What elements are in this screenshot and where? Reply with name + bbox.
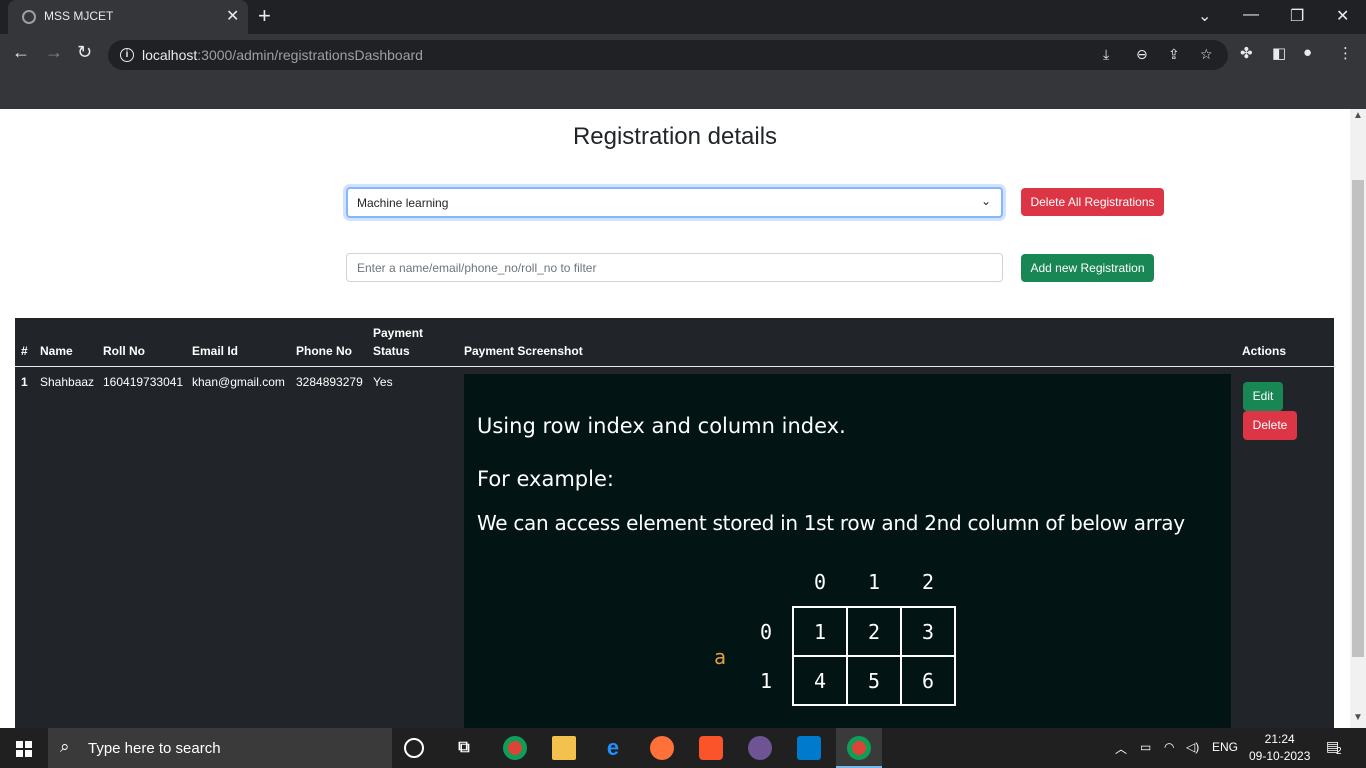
row-payment-status: Yes [373, 375, 393, 389]
header-email: Email Id [192, 344, 239, 358]
header-index: # [21, 344, 28, 358]
grid-cell: 5 [846, 655, 902, 706]
extensions-icon[interactable]: ✤ [1240, 44, 1253, 62]
registrations-table: # Name Roll No Email Id Phone No Payment… [15, 318, 1334, 728]
search-placeholder: Type here to search [88, 740, 221, 757]
tab-title: MSS MJCET [44, 9, 114, 23]
delete-all-registrations-button[interactable]: Delete All Registrations [1021, 188, 1164, 216]
browser-tabbar: MSS MJCET ✕ + ⌄ — ❐ ✕ [0, 0, 1366, 34]
vscode-icon[interactable] [797, 736, 821, 760]
chrome-icon[interactable] [503, 736, 527, 760]
grid-cell: 4 [792, 655, 848, 706]
task-view-icon[interactable]: ⧉ [452, 736, 476, 760]
screenshot-line2: For example: [477, 467, 614, 491]
header-actions: Actions [1242, 344, 1287, 358]
battery-icon[interactable]: ▭ [1140, 740, 1151, 754]
screenshot-line3: We can access element stored in 1st row … [477, 511, 1185, 535]
forward-icon[interactable]: → [45, 42, 63, 63]
col-index-1: 1 [868, 570, 881, 594]
delete-button[interactable]: Delete [1243, 411, 1297, 440]
workshop-select[interactable]: Machine learning ⌄ [346, 187, 1003, 218]
row-name: Shahbaaz [40, 375, 95, 389]
side-panel-icon[interactable]: ◧ [1272, 44, 1286, 62]
search-icon: ⌕ [60, 737, 70, 756]
system-clock[interactable]: 21:24 09-10-2023 [1249, 731, 1310, 765]
chevron-down-icon: ⌄ [980, 194, 991, 208]
page-title: Registration details [572, 123, 778, 150]
active-app-slot[interactable] [836, 728, 882, 768]
globe-icon [22, 10, 36, 24]
screenshot-line1: Using row index and column index. [477, 414, 846, 438]
array-grid: 1 2 3 4 5 6 [792, 606, 956, 706]
edit-button[interactable]: Edit [1243, 382, 1283, 411]
grid-cell: 2 [846, 606, 902, 657]
col-index-2: 2 [922, 570, 935, 594]
windows-taskbar: ⌕ Type here to search ⧉ e ︿ ▭ ◠ ◁) ENG 2… [0, 728, 1366, 768]
row-index-1: 1 [760, 669, 773, 693]
row-index-0: 0 [760, 620, 773, 644]
taskbar-search[interactable]: ⌕ Type here to search [48, 728, 392, 768]
clock-date: 09-10-2023 [1249, 749, 1311, 763]
brave-icon[interactable] [699, 736, 723, 760]
cortana-icon[interactable] [404, 738, 424, 758]
header-divider [15, 366, 1334, 367]
add-new-registration-button[interactable]: Add new Registration [1021, 254, 1154, 282]
header-roll-no: Roll No [103, 344, 145, 358]
github-desktop-icon[interactable] [748, 736, 772, 760]
restore-icon[interactable]: ❐ [1290, 6, 1304, 26]
volume-icon[interactable]: ◁) [1186, 740, 1199, 754]
tray-chevron-icon[interactable]: ︿ [1115, 740, 1127, 757]
back-icon[interactable]: ← [12, 42, 30, 63]
browser-toolbar: ← → ↻ i localhost:3000/admin/registratio… [0, 34, 1366, 76]
navbar-strip [0, 76, 1366, 109]
header-payment-status-line2: Status [373, 344, 410, 358]
reload-icon[interactable]: ↻ [77, 42, 92, 63]
header-phone: Phone No [296, 344, 352, 358]
url-text[interactable]: localhost:3000/admin/registrationsDashbo… [142, 47, 423, 63]
filter-input[interactable] [346, 253, 1003, 282]
address-bar[interactable]: i localhost:3000/admin/registrationsDash… [108, 40, 1228, 70]
zoom-icon[interactable]: ⊖ [1136, 46, 1148, 63]
select-value: Machine learning [357, 196, 449, 210]
header-payment-screenshot: Payment Screenshot [464, 344, 583, 358]
tab-search-icon[interactable]: ⌄ [1198, 6, 1211, 26]
grid-cell: 6 [900, 655, 956, 706]
row-roll-no: 160419733041 [103, 375, 184, 389]
profile-icon[interactable]: ● [1303, 44, 1312, 61]
col-index-0: 0 [814, 570, 827, 594]
row-phone: 3284893279 [296, 375, 363, 389]
clock-time: 21:24 [1264, 732, 1295, 746]
install-icon[interactable]: ⤓ [1103, 46, 1109, 63]
file-explorer-icon[interactable] [552, 736, 576, 760]
firefox-icon[interactable] [650, 736, 674, 760]
row-email: khan@gmail.com [192, 375, 285, 389]
menu-icon[interactable]: ⋮ [1338, 44, 1353, 62]
header-name: Name [40, 344, 73, 358]
new-tab-icon[interactable]: + [258, 3, 271, 29]
payment-screenshot-image[interactable]: Using row index and column index. For ex… [464, 374, 1231, 728]
notification-count: 2 [1336, 746, 1342, 757]
scroll-down-icon[interactable]: ▼ [1353, 712, 1363, 723]
row-index: 1 [21, 375, 28, 389]
windows-start-icon[interactable] [16, 741, 32, 757]
edge-icon[interactable]: e [601, 736, 625, 760]
scroll-up-icon[interactable]: ▲ [1353, 110, 1363, 121]
site-info-icon[interactable]: i [120, 48, 134, 62]
wifi-icon[interactable]: ◠ [1164, 740, 1174, 754]
array-name: a [714, 645, 727, 669]
header-payment-status-line1: Payment [373, 326, 424, 340]
chrome-profile-icon [847, 736, 871, 760]
browser-tab[interactable]: MSS MJCET ✕ [8, 0, 248, 34]
close-tab-icon[interactable]: ✕ [226, 6, 239, 26]
minimize-icon[interactable]: — [1243, 6, 1259, 24]
language-indicator[interactable]: ENG [1212, 740, 1238, 754]
grid-cell: 3 [900, 606, 956, 657]
bookmark-star-icon[interactable]: ☆ [1200, 46, 1213, 63]
close-window-icon[interactable]: ✕ [1336, 6, 1349, 26]
page-content: Registration details Machine learning ⌄ … [0, 109, 1350, 728]
scrollbar-thumb[interactable] [1352, 180, 1364, 657]
share-icon[interactable]: ⇪ [1168, 46, 1180, 63]
grid-cell: 1 [792, 606, 848, 657]
